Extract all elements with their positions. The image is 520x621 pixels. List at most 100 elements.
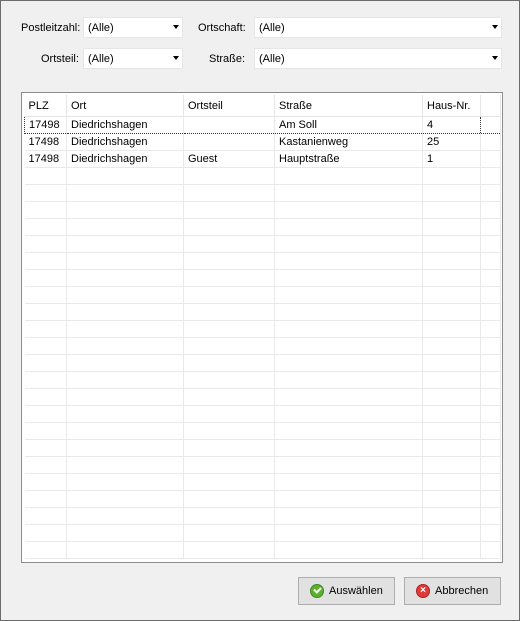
table-cell	[24, 320, 67, 338]
empty-row	[24, 371, 501, 389]
table-cell	[66, 456, 184, 474]
table-cell	[422, 405, 481, 423]
table-cell	[66, 541, 184, 559]
table-cell	[66, 167, 184, 185]
plz-combobox[interactable]: (Alle)	[83, 17, 183, 38]
table-cell	[422, 507, 481, 525]
table-cell	[183, 405, 275, 423]
table-cell	[183, 439, 275, 457]
table-cell	[24, 524, 67, 542]
table-cell	[24, 405, 67, 423]
check-circle-icon	[310, 584, 324, 598]
table-cell	[480, 337, 501, 355]
table-cell	[480, 303, 501, 321]
table-cell	[422, 235, 481, 253]
ortschaft-label: Ortschaft:	[198, 22, 246, 34]
table-cell	[24, 439, 67, 457]
table-cell	[480, 490, 501, 508]
cancel-button-label: Abbrechen	[435, 585, 489, 597]
column-header-plz[interactable]: PLZ	[24, 95, 67, 117]
table-cell	[274, 507, 423, 525]
table-cell	[274, 269, 423, 287]
ortsteil-combobox[interactable]: (Alle)	[83, 48, 183, 69]
empty-row	[24, 320, 501, 338]
table-cell	[183, 235, 275, 253]
table-cell	[274, 354, 423, 372]
table-cell	[422, 456, 481, 474]
table-cell	[24, 388, 67, 406]
ortschaft-value: (Alle)	[259, 22, 285, 34]
empty-row	[24, 354, 501, 372]
table-cell	[480, 320, 501, 338]
table-cell	[422, 201, 481, 219]
table-cell	[480, 422, 501, 440]
table-cell	[422, 354, 481, 372]
table-row[interactable]: 17498 Diedrichshagen Am Soll 4	[24, 116, 501, 134]
table-cell	[274, 184, 423, 202]
empty-row	[24, 167, 501, 185]
select-button-label: Auswählen	[329, 585, 383, 597]
table-cell	[480, 252, 501, 270]
table-cell: Hauptstraße	[274, 150, 423, 168]
table-cell	[422, 269, 481, 287]
table-cell	[480, 439, 501, 457]
strasse-combobox[interactable]: (Alle)	[254, 48, 502, 69]
table-cell	[274, 218, 423, 236]
table-cell	[24, 303, 67, 321]
table-cell	[24, 422, 67, 440]
table-cell	[24, 490, 67, 508]
table-cell	[183, 507, 275, 525]
table-cell	[66, 388, 184, 406]
table-cell	[66, 337, 184, 355]
empty-row	[24, 286, 501, 304]
address-grid[interactable]: PLZ Ort Ortsteil Straße Haus-Nr. 17498 Di…	[21, 92, 503, 563]
dialog-window: Postleitzahl: (Alle) Ortschaft: (Alle) O…	[0, 0, 520, 621]
table-cell	[183, 133, 275, 151]
table-cell	[422, 252, 481, 270]
empty-row	[24, 388, 501, 406]
table-cell	[274, 167, 423, 185]
table-cell	[274, 422, 423, 440]
table-cell: Am Soll	[274, 116, 423, 134]
cancel-button[interactable]: × Abbrechen	[404, 577, 501, 605]
select-button[interactable]: Auswählen	[298, 577, 395, 605]
table-row[interactable]: 17498 Diedrichshagen Kastanienweg 25	[24, 133, 501, 151]
column-header-ortsteil[interactable]: Ortsteil	[183, 95, 275, 117]
table-cell	[66, 252, 184, 270]
table-cell	[274, 388, 423, 406]
table-cell	[24, 337, 67, 355]
table-cell: 25	[422, 133, 481, 151]
table-cell	[66, 269, 184, 287]
column-header-ort[interactable]: Ort	[66, 95, 184, 117]
ortsteil-value: (Alle)	[88, 53, 114, 65]
table-cell: 17498	[24, 116, 67, 134]
table-cell	[24, 218, 67, 236]
empty-row	[24, 473, 501, 491]
column-header-filler	[480, 95, 501, 117]
empty-row	[24, 439, 501, 457]
column-header-hausnr[interactable]: Haus-Nr.	[422, 95, 481, 117]
table-cell	[24, 235, 67, 253]
table-cell	[422, 337, 481, 355]
table-cell	[183, 490, 275, 508]
table-cell	[480, 167, 501, 185]
table-cell	[66, 184, 184, 202]
ortschaft-combobox[interactable]: (Alle)	[254, 17, 502, 38]
table-cell: Diedrichshagen	[66, 133, 184, 151]
table-cell	[183, 320, 275, 338]
table-cell	[24, 286, 67, 304]
table-cell	[274, 473, 423, 491]
empty-row	[24, 524, 501, 542]
table-row[interactable]: 17498 Diedrichshagen Guest Hauptstraße 1	[24, 150, 501, 168]
table-cell	[480, 286, 501, 304]
table-cell: Kastanienweg	[274, 133, 423, 151]
column-header-strasse[interactable]: Straße	[274, 95, 423, 117]
table-cell	[480, 150, 501, 168]
table-cell	[66, 286, 184, 304]
table-cell	[183, 184, 275, 202]
table-cell	[422, 439, 481, 457]
table-cell: Diedrichshagen	[66, 150, 184, 168]
table-cell	[24, 201, 67, 219]
plz-label: Postleitzahl:	[21, 22, 81, 34]
empty-row	[24, 490, 501, 508]
